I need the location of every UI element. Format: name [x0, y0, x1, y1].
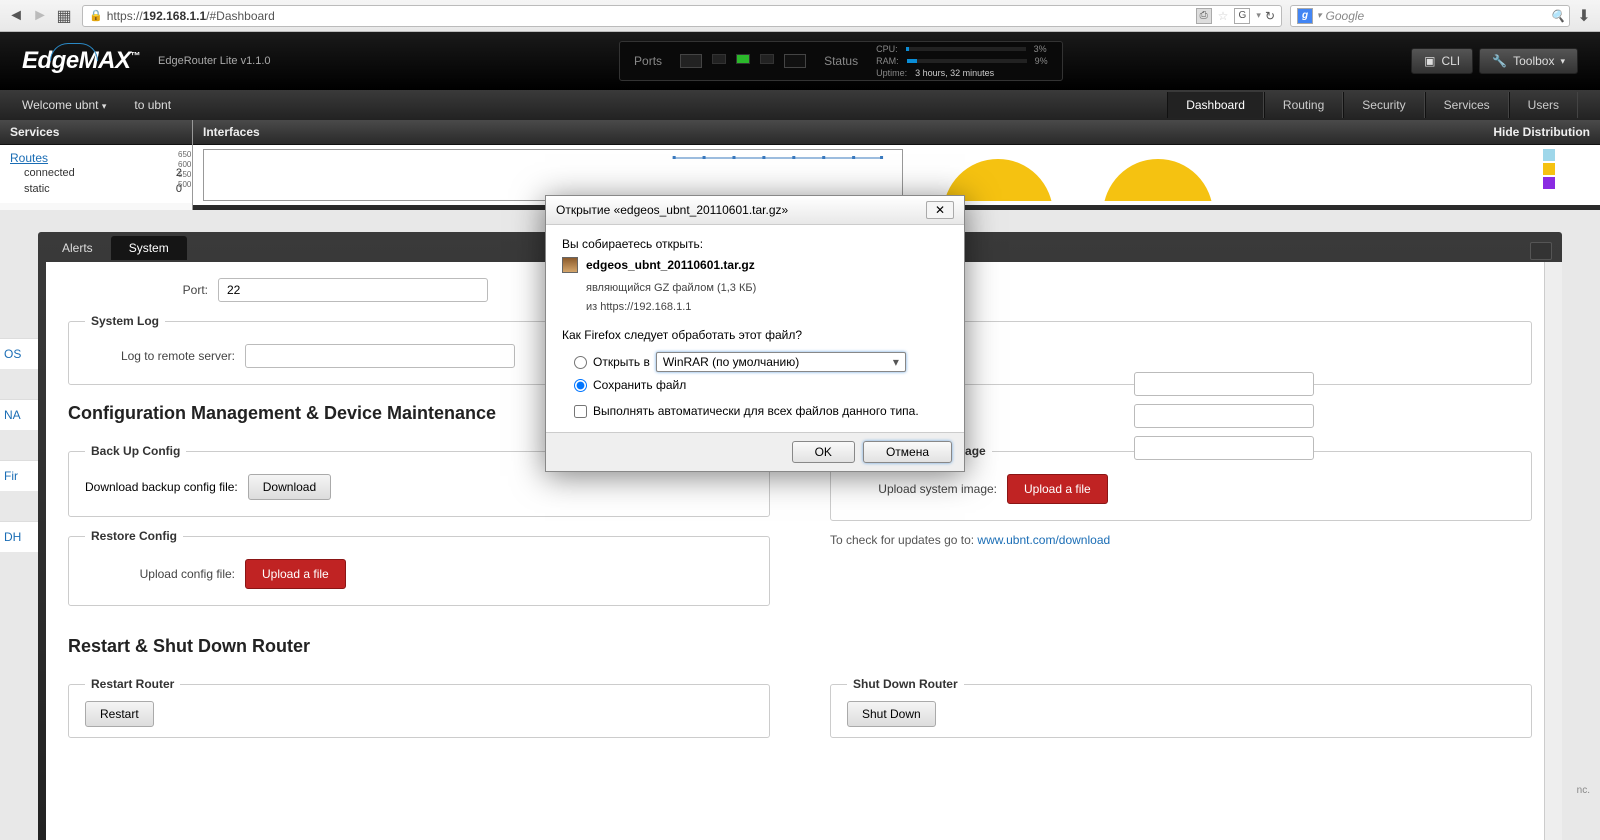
toolbox-button[interactable]: 🔧Toolbox▾	[1479, 48, 1578, 74]
modal-tab-system[interactable]: System	[111, 236, 187, 260]
dialog-filename: edgeos_ubnt_20110601.tar.gz	[586, 258, 755, 272]
restart-heading: Restart & Shut Down Router	[68, 636, 1532, 657]
url-host: 192.168.1.1	[143, 9, 206, 23]
url-path: /#Dashboard	[206, 9, 275, 23]
tab-users[interactable]: Users	[1509, 92, 1578, 118]
to-user: to ubnt	[134, 98, 171, 112]
forward-button[interactable]: ►	[30, 6, 50, 26]
dialog-cancel-button[interactable]: Отмена	[863, 441, 952, 463]
modal-tab-alerts[interactable]: Alerts	[44, 236, 111, 260]
ports-status-box: Ports Status CPU:3% RAM:9% Uptime:3 hour…	[619, 41, 1063, 81]
download-backup-button[interactable]: Download	[248, 474, 331, 500]
chevron-down-icon: ▾	[1560, 56, 1565, 67]
archive-icon	[562, 257, 578, 273]
port-legend: Port 0 Port 1 Port 2	[1543, 149, 1590, 201]
traffic-chart: 650600550500	[203, 149, 903, 201]
download-dialog: Открытие «edgeos_ubnt_20110601.tar.gz» ✕…	[545, 195, 965, 472]
dialog-title: Открытие «edgeos_ubnt_20110601.tar.gz»	[556, 203, 788, 217]
port-0-icon	[712, 54, 726, 64]
search-submit-icon[interactable]: 🔍	[1550, 9, 1565, 23]
dialog-ok-button[interactable]: OK	[792, 441, 855, 463]
tab-list-button[interactable]: ▦	[54, 6, 74, 26]
url-bar[interactable]: 🔒 https://192.168.1.1/#Dashboard ⎙ ☆ G ▾…	[82, 5, 1282, 27]
star-icon[interactable]: ☆	[1218, 9, 1229, 23]
port-1-icon	[736, 54, 750, 64]
welcome-user[interactable]: Welcome ubnt ▾	[22, 98, 106, 112]
rx-pie: RX	[933, 149, 1063, 201]
google-search-icon: g	[1297, 8, 1313, 24]
tab-services[interactable]: Services	[1425, 92, 1509, 118]
restart-button[interactable]: Restart	[85, 701, 154, 727]
dropdown-icon[interactable]: ▾	[1256, 10, 1261, 21]
extra-input-2[interactable]	[1134, 404, 1314, 428]
google-icon[interactable]: G	[1234, 8, 1250, 24]
tab-routing[interactable]: Routing	[1264, 92, 1343, 118]
tx-pie: TX	[1093, 149, 1223, 201]
tab-dashboard[interactable]: Dashboard	[1167, 92, 1264, 118]
terminal-icon: ▣	[1424, 54, 1435, 68]
modal-close-button[interactable]	[1530, 242, 1552, 260]
tab-security[interactable]: Security	[1343, 92, 1424, 118]
port-console-icon	[680, 54, 702, 68]
auto-checkbox[interactable]	[574, 405, 587, 418]
search-bar[interactable]: g ▾ Google 🔍	[1290, 5, 1570, 27]
extra-input-1[interactable]	[1134, 372, 1314, 396]
upload-config-button[interactable]: Upload a file	[245, 559, 346, 589]
logo: EdgeMAX™	[22, 47, 140, 75]
download-indicator-icon[interactable]: ⬇	[1574, 6, 1594, 26]
back-button[interactable]: ◄	[6, 6, 26, 26]
services-panel-header: Services	[0, 120, 192, 145]
interfaces-panel-header: Interfaces	[203, 125, 260, 139]
updates-link[interactable]: www.ubnt.com/download	[977, 533, 1110, 547]
scrollbar[interactable]	[1544, 262, 1562, 840]
save-file-radio[interactable]	[574, 379, 587, 392]
shutdown-button[interactable]: Shut Down	[847, 701, 936, 727]
upload-system-button[interactable]: Upload a file	[1007, 474, 1108, 504]
hide-distribution-link[interactable]: Hide Distribution	[1493, 125, 1590, 139]
device-subtitle: EdgeRouter Lite v1.1.0	[158, 55, 271, 67]
wrench-icon: 🔧	[1492, 54, 1507, 68]
extra-input-3[interactable]	[1134, 436, 1314, 460]
footer-inc: nc.	[1577, 785, 1590, 796]
port-extra-icon	[784, 54, 806, 68]
cli-button[interactable]: ▣CLI	[1411, 48, 1473, 74]
dialog-close-button[interactable]: ✕	[926, 201, 954, 219]
print-icon[interactable]: ⎙	[1196, 8, 1212, 24]
app-header: EdgeMAX™ EdgeRouter Lite v1.1.0 Ports St…	[0, 32, 1600, 90]
browser-toolbar: ◄ ► ▦ 🔒 https://192.168.1.1/#Dashboard ⎙…	[0, 0, 1600, 32]
port-input[interactable]	[218, 278, 488, 302]
routes-link[interactable]: Routes	[10, 151, 48, 165]
port-2-icon	[760, 54, 774, 64]
lock-icon: 🔒	[89, 9, 103, 22]
syslog-server-input[interactable]	[245, 344, 515, 368]
open-with-radio[interactable]	[574, 356, 587, 369]
secondary-bar: Welcome ubnt ▾ to ubnt Dashboard Routing…	[0, 90, 1600, 120]
reload-icon[interactable]: ↻	[1265, 9, 1275, 23]
open-with-select[interactable]: WinRAR (по умолчанию)	[656, 352, 906, 372]
